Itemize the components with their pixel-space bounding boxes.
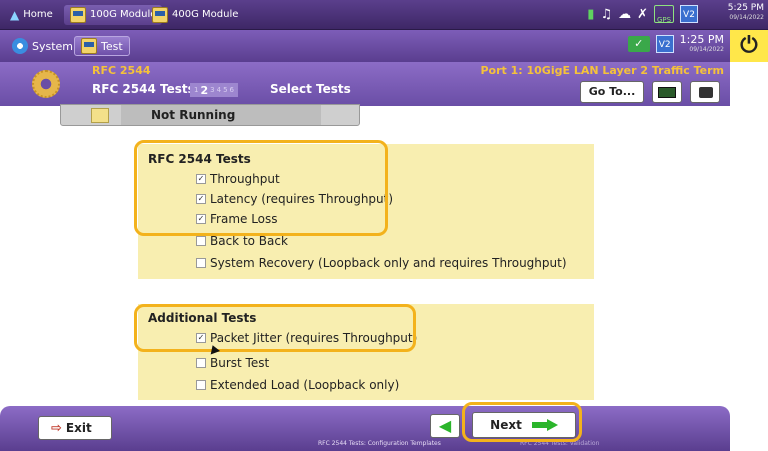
power-button[interactable]: ⏻ xyxy=(730,30,768,62)
exit-icon: ⇨ xyxy=(51,420,62,436)
tab-home-label: Home xyxy=(23,9,53,20)
status-led-icon[interactable] xyxy=(91,108,109,123)
tab-system-label: System xyxy=(32,39,74,53)
back-button[interactable]: ◀ xyxy=(430,414,460,438)
step-title: Select Tests xyxy=(270,82,351,96)
tab-system[interactable]: System xyxy=(6,36,79,56)
battery-icon[interactable]: ▮ xyxy=(587,7,594,22)
settings-gear-icon[interactable] xyxy=(32,70,60,98)
home-icon: ▲ xyxy=(10,8,20,22)
test-header: RFC 2544 Port 1: 10GigE LAN Layer 2 Traf… xyxy=(0,62,730,106)
option-back-to-back[interactable]: Back to Back xyxy=(196,234,288,248)
gps-icon[interactable]: GPS xyxy=(654,5,674,24)
results-button[interactable] xyxy=(652,81,682,103)
option-extended-load[interactable]: Extended Load (Loopback only) xyxy=(196,378,399,392)
exit-label: Exit xyxy=(65,421,92,435)
secondary-bar: System Test ✓ V2 1:25 PM 09/14/2022 xyxy=(0,30,730,62)
tab-test-label: Test xyxy=(101,39,123,53)
v2-icon[interactable]: V2 xyxy=(680,5,698,23)
tab-400g-label: 400G Module xyxy=(172,9,239,20)
step-1[interactable]: 1 xyxy=(194,86,198,94)
tools-icon[interactable]: ✗ xyxy=(637,7,648,22)
secondary-clock-date: 09/14/2022 xyxy=(689,46,724,53)
secondary-clock: 1:25 PM 09/14/2022 xyxy=(680,34,724,54)
step-indicator: 1 2 3 4 5 6 xyxy=(190,83,238,97)
checkbox-unchecked-icon[interactable] xyxy=(196,358,206,368)
module-icon xyxy=(81,38,97,54)
test-status-bar: Not Running xyxy=(60,104,360,126)
step-3[interactable]: 3 xyxy=(210,86,214,94)
top-bar: ▲ Home 100G Module 400G Module ▮ ♫ ☁ ✗ G… xyxy=(0,0,768,30)
secondary-status: ✓ V2 1:25 PM 09/14/2022 xyxy=(627,34,724,54)
screenshot-button[interactable] xyxy=(690,81,720,103)
highlight-next xyxy=(462,402,582,442)
step-5[interactable]: 5 xyxy=(223,86,227,94)
power-icon: ⏻ xyxy=(740,33,758,58)
checkbox-unchecked-icon[interactable] xyxy=(196,236,206,246)
port-label: Port 1: 10GigE LAN Layer 2 Traffic Term xyxy=(480,64,724,77)
speaker-icon[interactable]: ♫ xyxy=(600,7,612,22)
test-name: RFC 2544 xyxy=(92,64,151,77)
option-label: Extended Load (Loopback only) xyxy=(210,378,400,392)
results-icon xyxy=(658,87,676,98)
step-current: 2 xyxy=(200,83,209,97)
checkbox-unchecked-icon[interactable] xyxy=(196,380,206,390)
clock-time: 5:25 PM xyxy=(727,3,764,13)
secondary-clock-time: 1:25 PM xyxy=(679,33,724,46)
highlight-rfc-tests xyxy=(134,140,388,236)
module-icon xyxy=(152,7,168,23)
camera-icon xyxy=(699,87,713,98)
tab-test[interactable]: Test xyxy=(74,36,130,56)
tab-home[interactable]: ▲ Home xyxy=(4,5,59,25)
option-burst-test[interactable]: Burst Test xyxy=(196,356,269,370)
checkmark-icon[interactable]: ✓ xyxy=(627,36,650,52)
option-label: Back to Back xyxy=(210,234,288,248)
goto-button[interactable]: Go To... xyxy=(580,81,644,103)
option-system-recovery[interactable]: System Recovery (Loopback only and requi… xyxy=(196,256,567,270)
page-title: RFC 2544 Tests xyxy=(92,82,195,96)
system-status-icons: ▮ ♫ ☁ ✗ GPS V2 xyxy=(587,5,698,24)
breadcrumb: RFC 2544 Tests: Configuration Templates xyxy=(318,440,441,447)
tab-400g-module[interactable]: 400G Module xyxy=(146,5,244,25)
option-label: Burst Test xyxy=(210,356,270,370)
option-label: System Recovery (Loopback only and requi… xyxy=(210,256,567,270)
back-arrow-icon: ◀ xyxy=(438,416,452,435)
v2-icon[interactable]: V2 xyxy=(655,35,674,53)
highlight-additional-tests xyxy=(134,304,416,352)
step-6[interactable]: 6 xyxy=(230,86,234,94)
step-4[interactable]: 4 xyxy=(217,86,221,94)
status-text: Not Running xyxy=(121,105,321,125)
exit-button[interactable]: ⇨ Exit xyxy=(38,416,112,440)
cloud-icon[interactable]: ☁ xyxy=(618,7,631,22)
system-clock: 5:25 PM 09/14/2022 xyxy=(728,3,764,22)
checkbox-unchecked-icon[interactable] xyxy=(196,258,206,268)
gear-icon xyxy=(12,38,28,54)
clock-date: 09/14/2022 xyxy=(729,14,764,21)
bottom-bar: ⇨ Exit ◀ Next RFC 2544 Tests: Configurat… xyxy=(0,406,730,451)
module-icon xyxy=(70,7,86,23)
